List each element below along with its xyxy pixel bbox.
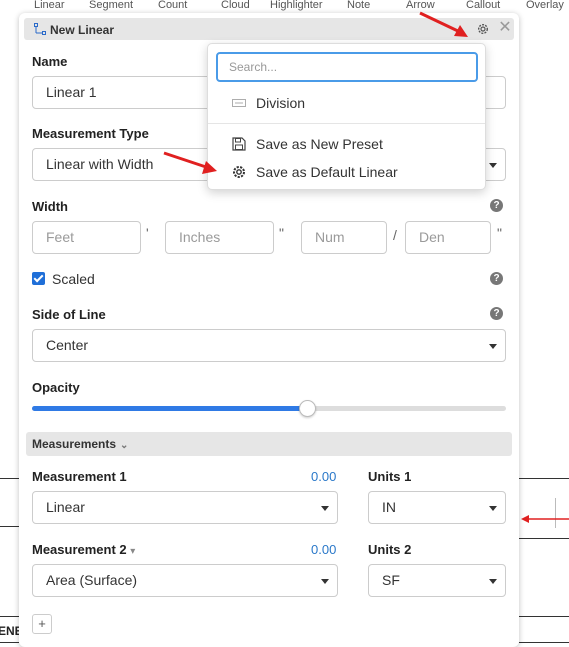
units-2-select[interactable]: SF [368,564,506,597]
tool-callout[interactable]: Callout [466,0,500,11]
measurement-2-label-group: Measurement 2 ▾ [32,542,135,557]
drawing-line [0,526,19,527]
menu-item-division-label: Division [256,95,306,111]
division-icon [232,99,246,107]
tool-overlay[interactable]: Overlay [526,0,564,11]
menu-item-save-as-new-preset-label: Save as New Preset [256,136,383,152]
fraction-slash: / [393,227,397,243]
width-numerator-input[interactable]: Num [301,221,387,254]
units-1-select[interactable]: IN [368,491,506,524]
width-inches-input[interactable]: Inches [165,221,274,254]
width-label: Width [32,199,68,214]
tool-cloud[interactable]: Cloud [221,0,250,11]
menu-divider [208,123,485,124]
tool-note[interactable]: Note [347,0,370,11]
opacity-slider-handle[interactable] [298,400,316,417]
side-of-line-label: Side of Line [32,307,106,322]
inches-mark: " [279,225,284,241]
drawing-line [0,616,19,617]
measurements-section-header[interactable]: Measurements ⌄ [26,432,512,456]
opacity-slider-fill [32,406,307,411]
gear-icon [233,166,245,178]
markup-toolbar: Linear Segment Count Cloud Highlighter N… [0,0,569,14]
tool-linear[interactable]: Linear [34,0,65,11]
opacity-slider[interactable] [32,400,506,417]
measurement-1-value: 0.00 [311,469,337,484]
tool-segment[interactable]: Segment [89,0,133,11]
settings-gear-icon[interactable] [476,22,490,36]
opacity-label: Opacity [32,380,80,395]
app-root: Linear Segment Count Cloud Highlighter N… [0,0,569,647]
linear-measure-icon [34,23,46,35]
measurement-2-label: Measurement 2 [32,542,127,557]
measurements-section-title: Measurements ⌄ [32,437,128,451]
drawing-line [0,642,19,643]
save-icon [232,137,246,151]
close-icon[interactable]: ✕ [498,20,512,36]
measurement-1-label: Measurement 1 [32,469,127,484]
side-of-line-select[interactable]: Center [32,329,506,362]
width-denominator-input[interactable]: Den [405,221,491,254]
tool-highlighter[interactable]: Highlighter [270,0,323,11]
drawing-arrow [521,515,569,523]
annotation-arrow-default [163,151,217,174]
drawing-line [519,642,569,643]
add-measurement-button[interactable]: + [32,614,52,634]
denominator-mark: " [497,225,502,241]
name-label: Name [32,54,68,69]
units-2-label: Units 2 [368,542,412,557]
width-feet-input[interactable]: Feet [32,221,141,254]
scaled-help-icon[interactable]: ? [490,272,503,285]
search-input[interactable]: Search... [216,52,478,82]
drawing-line [0,478,19,479]
tool-count[interactable]: Count [158,0,187,11]
measurement-type-label: Measurement Type [32,126,149,141]
measurement-2-value: 0.00 [311,542,337,557]
scaled-label: Scaled [52,271,95,287]
units-1-label: Units 1 [368,469,412,484]
annotation-arrow-gear [419,11,468,37]
menu-item-save-as-default-linear-label: Save as Default Linear [256,164,398,180]
drawing-line [519,538,569,539]
measurement-1-select[interactable]: Linear [32,491,338,524]
menu-item-division[interactable]: Division [208,91,485,115]
measurement-2-chevron-icon[interactable]: ▾ [130,546,135,557]
feet-mark: ' [146,225,149,241]
drawing-line [519,478,569,479]
settings-dropdown: Search... Division Save as New Preset Sa… [207,43,486,190]
panel-title: New Linear [50,23,115,37]
measurements-section-label: Measurements [32,437,117,451]
width-help-icon[interactable]: ? [490,199,503,212]
menu-item-save-as-new-preset[interactable]: Save as New Preset [208,132,485,156]
measurement-2-select[interactable]: Area (Surface) [32,564,338,597]
side-of-line-help-icon[interactable]: ? [490,307,503,320]
chevron-down-icon: ⌄ [120,440,129,451]
menu-item-save-as-default-linear[interactable]: Save as Default Linear [208,160,485,184]
scaled-checkbox[interactable] [32,272,45,285]
drawing-line [519,616,569,617]
